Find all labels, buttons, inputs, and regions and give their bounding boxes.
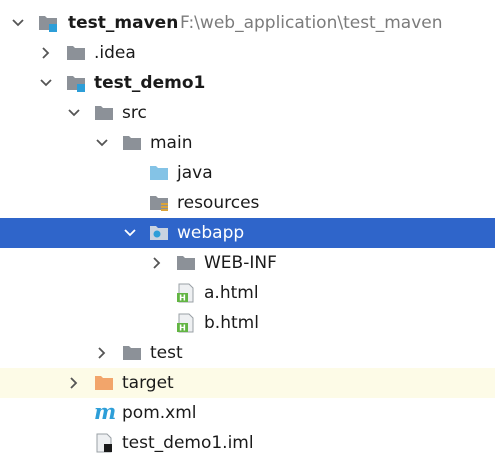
tree-row-webinf[interactable]: WEB-INF <box>0 248 495 278</box>
chevron-right-icon[interactable] <box>94 345 110 361</box>
folder-label: main <box>150 133 193 153</box>
tree-row-pom[interactable]: m pom.xml <box>0 398 495 428</box>
tree-row-module[interactable]: test_demo1 <box>0 68 495 98</box>
folder-icon <box>123 136 141 150</box>
tree-row-iml[interactable]: test_demo1.iml <box>0 428 495 458</box>
excluded-folder-icon <box>95 376 113 390</box>
tree-row-webapp[interactable]: webapp <box>0 218 495 248</box>
module-label: test_demo1 <box>94 73 206 93</box>
file-label: test_demo1.iml <box>122 433 254 453</box>
chevron-right-icon[interactable] <box>149 255 165 271</box>
chevron-down-icon[interactable] <box>10 15 26 31</box>
tree-row-project[interactable]: test_maven F:\web_application\test_maven <box>0 8 495 38</box>
chevron-down-icon[interactable] <box>38 75 54 91</box>
folder-icon <box>123 346 141 360</box>
project-name: test_maven <box>68 13 179 33</box>
html-file-icon: H <box>177 283 194 303</box>
file-label: b.html <box>204 313 259 333</box>
folder-label: target <box>122 373 174 393</box>
tree-row-a-html[interactable]: H a.html <box>0 278 495 308</box>
module-folder-icon <box>39 16 57 32</box>
folder-icon <box>67 46 85 60</box>
web-folder-icon <box>150 226 168 240</box>
chevron-down-icon[interactable] <box>122 225 138 241</box>
chevron-down-icon[interactable] <box>94 135 110 151</box>
tree-row-idea[interactable]: .idea <box>0 38 495 68</box>
chevron-right-icon[interactable] <box>66 375 82 391</box>
chevron-down-icon[interactable] <box>66 105 82 121</box>
folder-label: java <box>177 163 213 183</box>
file-label: a.html <box>204 283 259 303</box>
tree-row-target[interactable]: target <box>0 368 495 398</box>
tree-row-b-html[interactable]: H b.html <box>0 308 495 338</box>
tree-row-resources[interactable]: resources <box>0 188 495 218</box>
tree-row-test[interactable]: test <box>0 338 495 368</box>
tree-row-main[interactable]: main <box>0 128 495 158</box>
maven-icon: m <box>94 399 117 424</box>
folder-label: WEB-INF <box>204 253 277 273</box>
chevron-right-icon[interactable] <box>38 45 54 61</box>
file-label: pom.xml <box>122 403 197 423</box>
folder-label: test <box>150 343 183 363</box>
project-path: F:\web_application\test_maven <box>180 13 443 33</box>
svg-text:H: H <box>179 294 186 303</box>
folder-label: resources <box>177 193 260 213</box>
folder-label: src <box>122 103 147 123</box>
source-folder-icon <box>150 166 168 180</box>
tree-row-java[interactable]: java <box>0 158 495 188</box>
folder-icon <box>177 256 195 270</box>
folder-label: .idea <box>94 43 136 63</box>
project-tree: test_maven F:\web_application\test_maven… <box>0 0 495 453</box>
tree-row-src[interactable]: src <box>0 98 495 128</box>
folder-icon <box>95 106 113 120</box>
svg-text:H: H <box>179 324 186 333</box>
module-folder-icon <box>67 76 85 92</box>
folder-label: webapp <box>177 223 245 243</box>
iml-file-icon <box>96 433 112 453</box>
resources-folder-icon <box>150 196 168 211</box>
html-file-icon: H <box>177 313 194 333</box>
